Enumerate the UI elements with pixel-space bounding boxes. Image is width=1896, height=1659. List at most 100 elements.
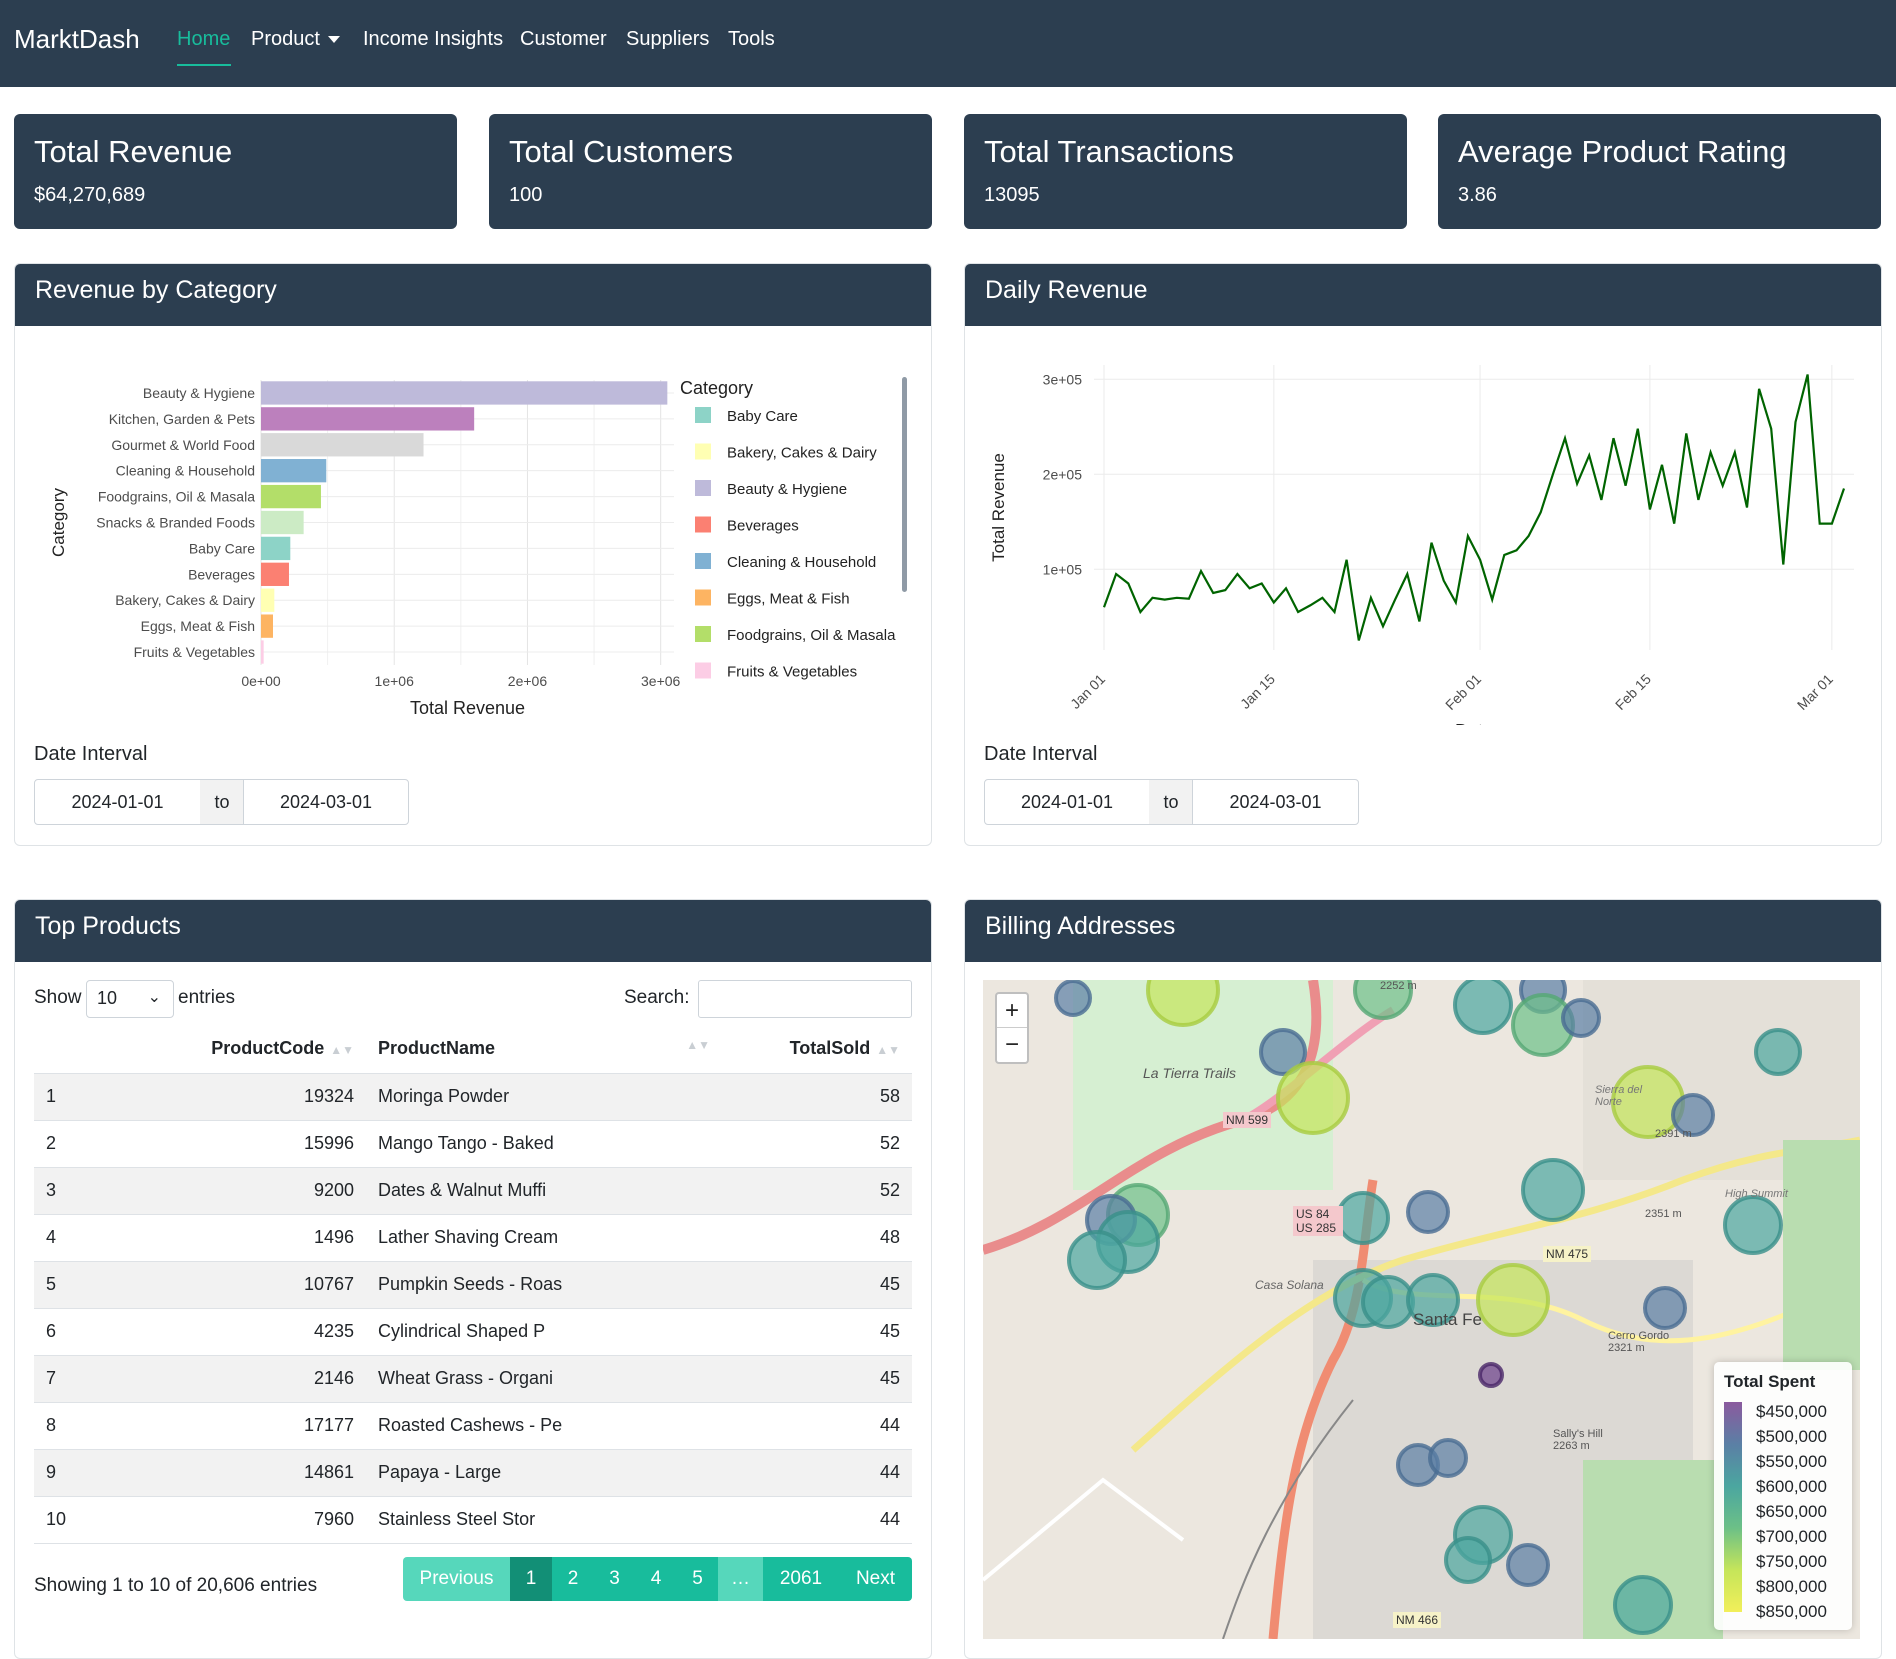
legend-value: $700,000	[1756, 1527, 1827, 1546]
bar	[261, 433, 424, 457]
zoom-in-button[interactable]: +	[997, 994, 1027, 1028]
date-to-input[interactable]: 2024-03-01	[1192, 779, 1359, 825]
cell-totalsold: 44	[722, 1402, 912, 1450]
pager-page-2[interactable]: 2	[552, 1557, 594, 1601]
cell-totalsold: 45	[722, 1355, 912, 1403]
cell-productcode: 10767	[104, 1261, 366, 1309]
legend-label: Beverages	[727, 518, 799, 535]
date-from-input[interactable]: 2024-01-01	[34, 779, 201, 825]
zoom-out-button[interactable]: −	[997, 1028, 1027, 1062]
pager-page-1[interactable]: 1	[510, 1557, 552, 1601]
date-from-input[interactable]: 2024-01-01	[984, 779, 1150, 825]
table-row[interactable]: 3 9200 Dates & Walnut Muffi 52	[34, 1167, 912, 1215]
stat-value: 100	[509, 184, 543, 206]
entries-select-value: 10	[97, 988, 118, 1008]
table-row[interactable]: 4 1496 Lather Shaving Cream 48	[34, 1214, 912, 1262]
cell-productname: Lather Shaving Cream	[366, 1214, 722, 1262]
legend-label: Baby Care	[727, 408, 798, 425]
bar	[261, 562, 289, 586]
legend-swatch	[695, 516, 711, 533]
entries-select[interactable]: 10 ⌄	[86, 980, 174, 1018]
cell-totalsold: 52	[722, 1120, 912, 1168]
date-to-input[interactable]: 2024-03-01	[243, 779, 409, 825]
search-input[interactable]	[698, 980, 912, 1018]
pager-page-last[interactable]: 2061	[763, 1557, 839, 1601]
category-tick-label: Beauty & Hygiene	[143, 385, 255, 401]
map-label: Cerro Gordo 2321 m	[1608, 1330, 1670, 1354]
legend-label: Eggs, Meat & Fish	[727, 591, 850, 608]
stat-card-total-transactions: Total Transactions 13095	[964, 114, 1407, 229]
stat-title: Total Customers	[509, 134, 733, 169]
column-header-productcode[interactable]: ProductCode ▲▼	[104, 1025, 366, 1074]
cell-index: 8	[34, 1402, 104, 1450]
category-tick-label: Fruits & Vegetables	[134, 644, 255, 660]
cell-productname: Moringa Powder	[366, 1073, 722, 1121]
legend-label: Fruits & Vegetables	[727, 664, 857, 681]
cell-index: 10	[34, 1496, 104, 1544]
pager-next[interactable]: Next	[839, 1557, 912, 1601]
table-row[interactable]: 1 19324 Moringa Powder 58	[34, 1073, 912, 1121]
stat-value: 3.86	[1458, 184, 1497, 206]
stat-value: 13095	[984, 184, 1040, 206]
x-tick-label: Jan 15	[1237, 671, 1278, 712]
nav-customer[interactable]: Customer	[520, 28, 607, 51]
stat-card-total-customers: Total Customers 100	[489, 114, 932, 229]
cell-productcode: 2146	[104, 1355, 366, 1403]
table-row[interactable]: 2 15996 Mango Tango - Baked 52	[34, 1120, 912, 1168]
y-tick-label: 2e+05	[1043, 466, 1083, 482]
pager-page-4[interactable]: 4	[635, 1557, 677, 1601]
card-title: Top Products	[15, 900, 931, 962]
pager-page-5[interactable]: 5	[677, 1557, 718, 1601]
cell-index: 6	[34, 1308, 104, 1356]
cell-productname: Stainless Steel Stor	[366, 1496, 722, 1544]
bar	[261, 459, 327, 483]
table-row[interactable]: 7 2146 Wheat Grass - Organi 45	[34, 1355, 912, 1403]
map-label: Sally's Hill 2263 m	[1553, 1428, 1603, 1452]
table-row[interactable]: 6 4235 Cylindrical Shaped P 45	[34, 1308, 912, 1356]
column-header-index	[34, 1025, 104, 1074]
pager-ellipsis: …	[718, 1557, 763, 1601]
table-row[interactable]: 5 10767 Pumpkin Seeds - Roas 45	[34, 1261, 912, 1309]
table-row[interactable]: 10 7960 Stainless Steel Stor 44	[34, 1496, 912, 1544]
bar	[261, 407, 475, 431]
stat-title: Total Transactions	[984, 134, 1234, 169]
legend-value: $800,000	[1756, 1577, 1827, 1596]
nav-product-label: Product	[251, 28, 320, 50]
x-tick-label: 0e+00	[241, 673, 281, 689]
brand[interactable]: MarktDash	[14, 24, 140, 55]
cell-totalsold: 52	[722, 1167, 912, 1215]
cell-index: 1	[34, 1073, 104, 1121]
y-axis-title: Total Revenue	[989, 453, 1008, 562]
sort-icon: ▲▼	[686, 1038, 710, 1053]
bar	[261, 484, 321, 509]
pager-previous[interactable]: Previous	[403, 1557, 510, 1601]
legend-swatch	[695, 626, 711, 642]
nav-tools[interactable]: Tools	[728, 28, 775, 51]
legend-label: Beauty & Hygiene	[727, 481, 847, 498]
column-header-productname[interactable]: ProductName ▲▼	[366, 1025, 722, 1074]
bar	[261, 588, 275, 612]
cell-index: 7	[34, 1355, 104, 1403]
column-header-totalsold[interactable]: TotalSold ▲▼	[722, 1025, 912, 1074]
column-header-label: ProductCode	[211, 1038, 325, 1059]
cell-index: 4	[34, 1214, 104, 1262]
nav-income-insights[interactable]: Income Insights	[363, 28, 503, 51]
legend-scrollbar	[902, 377, 907, 592]
cell-productcode: 14861	[104, 1449, 366, 1497]
zoom-control: + −	[995, 992, 1029, 1064]
pager-page-3[interactable]: 3	[594, 1557, 635, 1601]
date-separator: to	[1149, 779, 1193, 825]
cell-productcode: 7960	[104, 1496, 366, 1544]
table-row[interactable]: 9 14861 Papaya - Large 44	[34, 1449, 912, 1497]
table-row[interactable]: 8 17177 Roasted Cashews - Pe 44	[34, 1402, 912, 1450]
x-tick-label: 3e+06	[641, 673, 681, 689]
nav-suppliers[interactable]: Suppliers	[626, 28, 709, 51]
cell-productname: Roasted Cashews - Pe	[366, 1402, 722, 1450]
nav-product[interactable]: Product	[251, 28, 340, 51]
cell-productname: Dates & Walnut Muffi	[366, 1167, 722, 1215]
map-label: Casa Solana	[1255, 1278, 1324, 1292]
nav-home[interactable]: Home	[177, 28, 230, 51]
revenue-by-category-chart: Beauty & Hygiene Kitchen, Garden & Pets Go…	[49, 377, 907, 718]
card-title: Billing Addresses	[965, 900, 1881, 962]
legend-label: Bakery, Cakes & Dairy	[727, 445, 877, 462]
